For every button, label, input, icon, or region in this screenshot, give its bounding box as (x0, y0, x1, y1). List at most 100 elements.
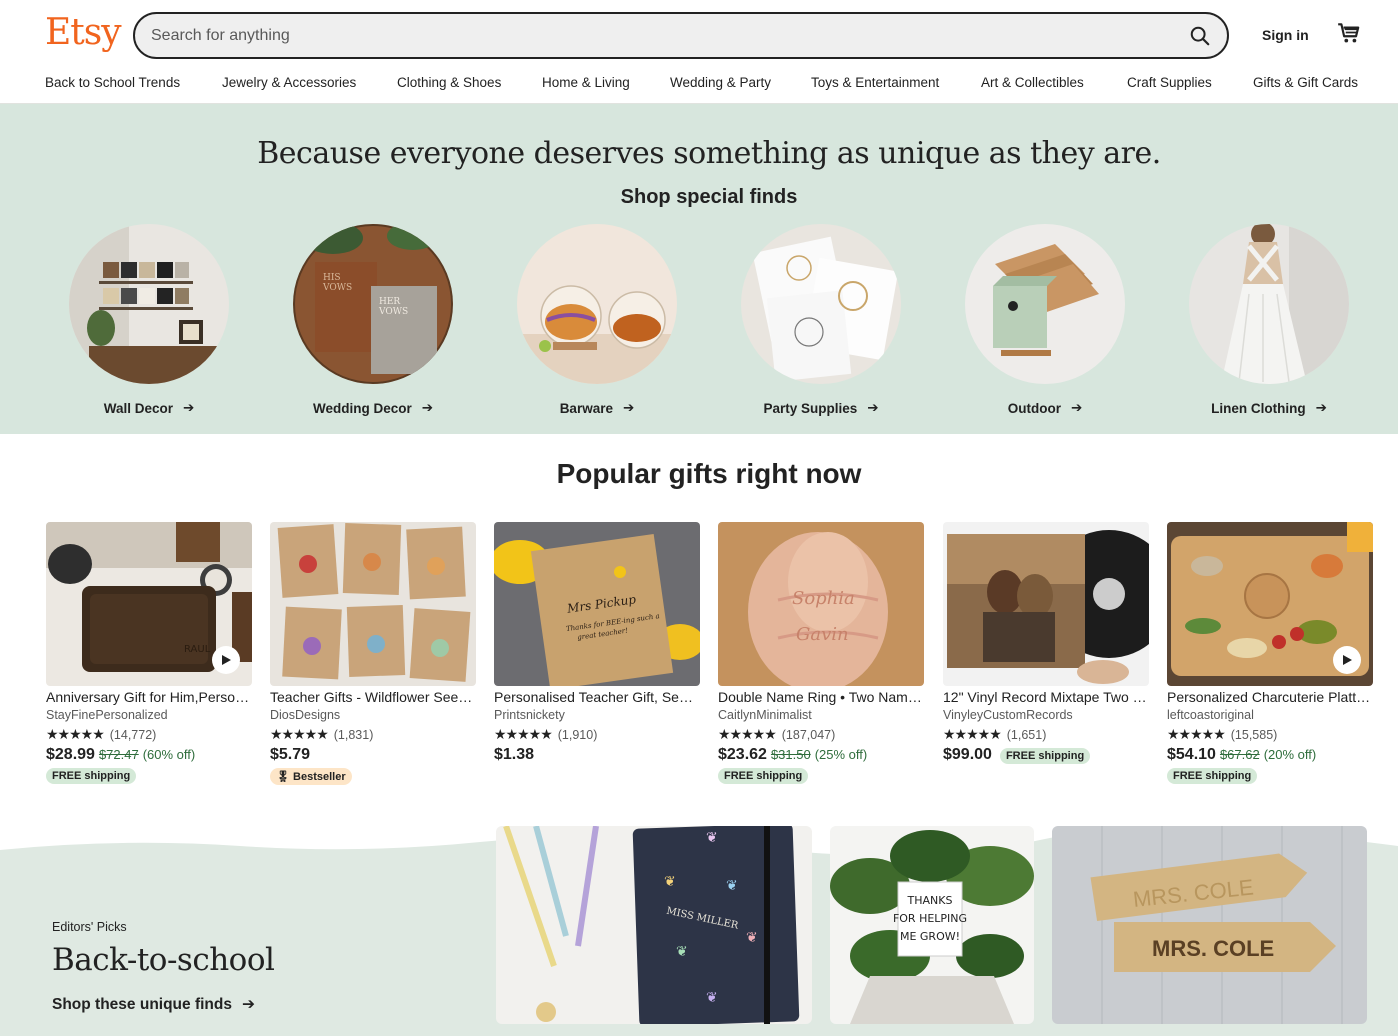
nav-item-toys[interactable]: Toys & Entertainment (811, 75, 939, 90)
wedding-decor-image: HIS VOWS HER VOWS (293, 224, 453, 384)
discount-percent: (25% off) (814, 747, 868, 762)
discount-percent: (60% off) (142, 747, 196, 762)
arrow-right-icon: ➔ (421, 400, 434, 415)
product-card[interactable]: Sophia Gavin Double Name Ring • Two Name… (718, 522, 924, 784)
category-party-supplies[interactable]: Party Supplies ➔ (731, 224, 911, 418)
arrow-right-icon: ➔ (182, 400, 195, 415)
svg-text:RAUL: RAUL (184, 644, 211, 655)
pick-plant-marker[interactable]: THANKS FOR HELPING ME GROW! (830, 826, 1034, 1024)
arrow-right-icon: ➔ (1315, 400, 1327, 415)
svg-text:VOWS: VOWS (322, 283, 352, 293)
product-card[interactable]: RAUL Anniversary Gift for Him,Personaliz… (46, 522, 252, 784)
play-video-button[interactable] (212, 646, 240, 674)
price-row: $99.00 FREE shipping (943, 746, 1149, 764)
sign-text-bottom: MRS. COLE (1152, 936, 1274, 961)
svg-text:HER: HER (379, 297, 400, 307)
nav-item-art[interactable]: Art & Collectibles (981, 75, 1084, 90)
product-card[interactable]: Personalized Charcuterie Platter Board l… (1167, 522, 1373, 784)
category-barware[interactable]: Barware ➔ (507, 224, 687, 418)
product-image-charcuterie (1167, 522, 1373, 686)
arrow-right-icon: ➔ (1070, 400, 1083, 415)
category-wedding-decor[interactable]: HIS VOWS HER VOWS Wedding Decor ➔ (283, 224, 463, 418)
star-rating-icon: ★★★★★ (270, 726, 329, 742)
product-image-ring: Sophia Gavin (718, 522, 924, 686)
nav-item-back-to-school[interactable]: Back to School Trends (45, 75, 180, 90)
product-image-seed-packet: Mrs Pickup Thanks for BEE-ing such a gre… (494, 522, 700, 686)
svg-text:HIS: HIS (323, 273, 341, 283)
plant-text-3: ME GROW! (900, 930, 960, 943)
nav-item-craft[interactable]: Craft Supplies (1127, 75, 1212, 90)
price-row: $5.79 (270, 746, 476, 764)
search-input[interactable] (151, 24, 1151, 48)
product-card[interactable]: Mrs Pickup Thanks for BEE-ing such a gre… (494, 522, 700, 764)
shop-unique-finds-link[interactable]: Shop these unique finds ➔ (52, 995, 255, 1014)
price: $1.38 (494, 746, 535, 763)
product-title[interactable]: Personalized Charcuterie Platter Board (1167, 689, 1373, 705)
category-wall-decor[interactable]: Wall Decor ➔ (59, 224, 239, 418)
category-label: Wedding Decor ➔ (312, 400, 434, 416)
nav-item-jewelry[interactable]: Jewelry & Accessories (222, 75, 356, 90)
shop-name: CaitlynMinimalist (718, 708, 812, 722)
price: $54.10 (1167, 746, 1216, 763)
category-label: Party Supplies ➔ (763, 400, 879, 416)
product-card[interactable]: Teacher Gifts - Wildflower Seed Hearts D… (270, 522, 476, 785)
shop-name: StayFinePersonalized (46, 708, 168, 722)
category-linen-clothing[interactable]: Linen Clothing ➔ (1179, 224, 1359, 418)
original-price: $67.62 (1219, 747, 1260, 762)
star-rating-icon: ★★★★★ (1167, 726, 1226, 742)
category-outdoor[interactable]: Outdoor ➔ (955, 224, 1135, 418)
rating: ★★★★★ (187,047) (718, 726, 924, 743)
play-video-button[interactable] (1333, 646, 1361, 674)
product-title[interactable]: 12" Vinyl Record Mixtape Two Sided (943, 689, 1149, 705)
nav-item-wedding[interactable]: Wedding & Party (670, 75, 771, 90)
search-bar[interactable] (133, 12, 1229, 59)
cart-button[interactable] (1336, 20, 1364, 48)
star-rating-icon: ★★★★★ (46, 726, 105, 742)
price: $99.00 (943, 746, 992, 763)
arrow-right-icon: ➔ (241, 996, 255, 1013)
hero-title: Because everyone deserves something as u… (257, 136, 1161, 171)
price-row: $28.99 $72.47 (60% off) (46, 746, 252, 764)
arrow-right-icon: ➔ (867, 400, 879, 415)
nav-item-gifts[interactable]: Gifts & Gift Cards (1253, 75, 1358, 90)
category-label: Outdoor ➔ (1007, 400, 1083, 416)
original-price: $72.47 (98, 747, 139, 762)
linen-clothing-image (1189, 224, 1349, 384)
review-count: (1,910) (557, 727, 598, 742)
product-title[interactable]: Double Name Ring • Two Name Ring (718, 689, 924, 705)
pick-notebook[interactable]: MISS MILLER ❦ ❦ ❦ ❦ ❦ ❦ (496, 826, 812, 1024)
review-count: (1,651) (1006, 727, 1047, 742)
nav-item-clothing[interactable]: Clothing & Shoes (397, 75, 501, 90)
rating: ★★★★★ (1,651) (943, 726, 1149, 743)
product-image-wallet: RAUL (46, 522, 252, 686)
svg-text:❦: ❦ (664, 873, 676, 889)
barware-image (517, 224, 677, 384)
star-rating-icon: ★★★★★ (943, 726, 1002, 742)
plant-text-1: THANKS (907, 894, 953, 907)
product-title[interactable]: Teacher Gifts - Wildflower Seed Hearts (270, 689, 476, 705)
price-row: $23.62 $31.50 (25% off) (718, 746, 924, 764)
product-title[interactable]: Personalised Teacher Gift, Seed Packet (494, 689, 700, 705)
shop-name: DiosDesigns (270, 708, 341, 722)
product-title[interactable]: Anniversary Gift for Him,Personalized Wa… (46, 689, 252, 705)
price: $28.99 (46, 746, 95, 763)
svg-text:Sophia: Sophia (792, 588, 855, 609)
rating: ★★★★★ (14,772) (46, 726, 252, 743)
product-card[interactable]: 12" Vinyl Record Mixtape Two Sided Vinyl… (943, 522, 1149, 764)
bestseller-badge: 🎖 Bestseller (270, 768, 352, 785)
review-count: (14,772) (109, 727, 157, 742)
star-rating-icon: ★★★★★ (494, 726, 553, 742)
rating: ★★★★★ (15,585) (1167, 726, 1373, 743)
cart-icon (1338, 23, 1360, 43)
etsy-logo[interactable]: Etsy (45, 12, 122, 53)
search-icon (1190, 26, 1210, 46)
svg-text:❦: ❦ (676, 943, 688, 959)
nav-item-home-living[interactable]: Home & Living (542, 75, 630, 90)
play-icon (222, 655, 231, 665)
star-rating-icon: ★★★★★ (718, 726, 777, 742)
sign-in-link[interactable]: Sign in (1262, 27, 1309, 43)
search-button[interactable] (1183, 20, 1217, 52)
pick-sign[interactable]: MRS. COLE MRS. COLE (1052, 826, 1367, 1024)
plant-text-2: FOR HELPING (893, 912, 967, 925)
award-icon: 🎖 (276, 771, 290, 783)
